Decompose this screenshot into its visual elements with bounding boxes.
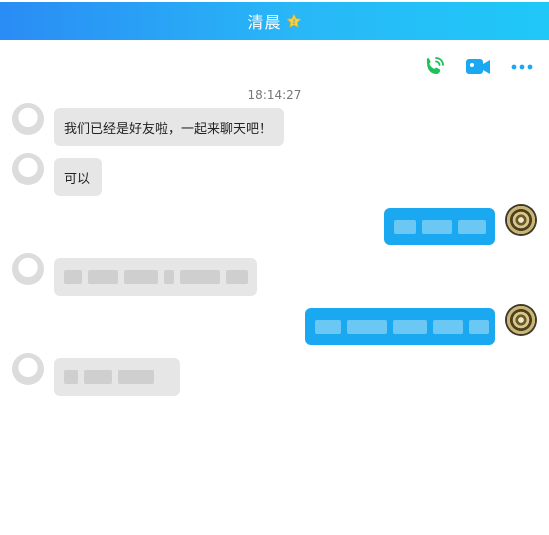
voice-call-button[interactable] <box>421 54 447 80</box>
chat-header: 清晨 2 <box>0 2 549 40</box>
self-avatar[interactable] <box>505 204 537 236</box>
message-bubble-outgoing <box>384 208 495 245</box>
message-bubble: 我们已经是好友啦，一起来聊天吧！ <box>54 108 284 146</box>
contact-avatar[interactable] <box>12 103 44 135</box>
redacted-text <box>64 270 248 284</box>
contact-name: 清晨 <box>247 13 282 32</box>
contact-avatar[interactable] <box>12 353 44 385</box>
message-text: 我们已经是好友啦，一起来聊天吧！ <box>64 121 273 137</box>
video-call-button[interactable] <box>465 54 491 80</box>
message-text: 可以 <box>64 171 91 187</box>
message-bubble <box>54 258 257 296</box>
video-camera-icon <box>466 59 490 74</box>
self-avatar[interactable] <box>505 304 537 336</box>
message-bubble: 可以 <box>54 158 102 196</box>
contact-avatar[interactable] <box>12 153 44 185</box>
redacted-text <box>64 370 154 384</box>
redacted-text <box>394 219 486 234</box>
more-options-button[interactable] <box>509 54 535 80</box>
more-dots-icon <box>511 64 533 70</box>
message-bubble-outgoing <box>305 308 495 345</box>
contact-avatar[interactable] <box>12 253 44 285</box>
redacted-text <box>315 319 489 334</box>
star-icon: 2 <box>286 13 301 28</box>
message-timestamp: 18:14:27 <box>247 88 302 102</box>
svg-text:2: 2 <box>292 20 295 26</box>
phone-icon <box>426 57 444 74</box>
message-bubble <box>54 358 180 396</box>
chat-actions <box>421 54 535 80</box>
